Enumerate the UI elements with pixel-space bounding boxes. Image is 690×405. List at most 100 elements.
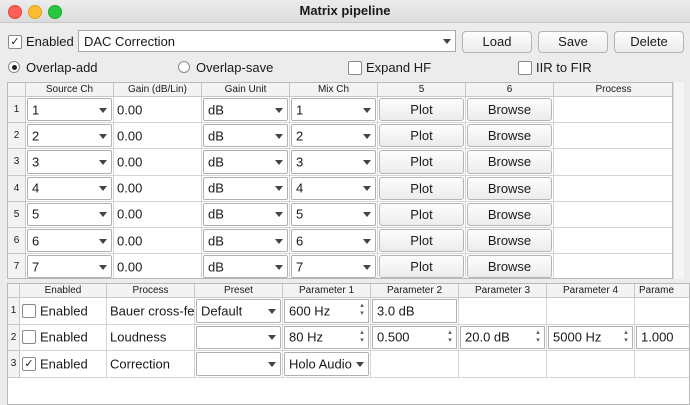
- plot-button[interactable]: Plot: [379, 229, 464, 253]
- gain-value[interactable]: 0.00: [117, 102, 142, 117]
- process-preset-select[interactable]: Default: [196, 299, 281, 323]
- process-cell[interactable]: [554, 228, 672, 255]
- parameter-1-field[interactable]: 80 Hz ▴ ▾: [284, 325, 369, 349]
- parameter-3-field[interactable]: 20.0 dB ▴ ▾: [460, 325, 545, 349]
- save-button[interactable]: Save: [538, 31, 608, 53]
- matrix-cell: 3: [26, 149, 114, 176]
- gain-unit-select[interactable]: dB: [203, 176, 288, 200]
- process-cell[interactable]: [554, 254, 672, 278]
- mix-channel-value: 1: [296, 102, 304, 118]
- process-preset-select[interactable]: [196, 325, 281, 349]
- source-channel-select[interactable]: 6: [27, 229, 112, 253]
- process-col-header[interactable]: Enabled: [20, 284, 107, 298]
- browse-button[interactable]: Browse: [467, 176, 552, 200]
- process-col-header[interactable]: Parameter 1: [283, 284, 371, 298]
- mix-channel-select[interactable]: 3: [291, 150, 376, 174]
- parameter-5-field[interactable]: 1.000: [636, 325, 689, 349]
- process-cell[interactable]: [554, 176, 672, 202]
- parameter-2-field[interactable]: 0.500 ▴ ▾: [372, 325, 457, 349]
- gain-unit-select[interactable]: dB: [203, 150, 288, 174]
- source-channel-select[interactable]: 5: [27, 202, 112, 226]
- iir-to-fir-checkbox[interactable]: [518, 61, 532, 75]
- preset-select[interactable]: DAC Correction: [78, 30, 456, 52]
- gain-unit-select[interactable]: dB: [203, 229, 288, 253]
- gain-unit-select[interactable]: dB: [203, 124, 288, 148]
- source-channel-select[interactable]: 4: [27, 176, 112, 200]
- source-channel-select[interactable]: 2: [27, 124, 112, 148]
- matrix-col-header[interactable]: Gain Unit: [202, 83, 290, 97]
- process-col-header[interactable]: Parameter 2: [371, 284, 459, 298]
- overlap-save-radio[interactable]: [178, 61, 190, 73]
- gain-value[interactable]: 0.00: [117, 154, 142, 169]
- load-button[interactable]: Load: [462, 31, 532, 53]
- plot-button[interactable]: Plot: [379, 150, 464, 174]
- mix-channel-select[interactable]: 1: [291, 98, 376, 122]
- gain-value[interactable]: 0.00: [117, 128, 142, 143]
- matrix-col-header[interactable]: Gain (dB/Lin): [114, 83, 202, 97]
- gain-value[interactable]: 0.00: [117, 181, 142, 196]
- mix-channel-select[interactable]: 6: [291, 229, 376, 253]
- browse-button[interactable]: Browse: [467, 150, 552, 174]
- process-enabled-checkbox[interactable]: [22, 330, 36, 345]
- process-col-header[interactable]: Parameter 4: [547, 284, 635, 298]
- process-name[interactable]: Loudness: [110, 330, 194, 345]
- process-cell[interactable]: [554, 202, 672, 228]
- browse-button[interactable]: Browse: [467, 202, 552, 226]
- process-preset-select[interactable]: [196, 352, 281, 376]
- browse-button[interactable]: Browse: [467, 255, 552, 278]
- mix-channel-select[interactable]: 2: [291, 124, 376, 148]
- process-enabled-checkbox[interactable]: [22, 303, 36, 318]
- matrix-col-header[interactable]: Mix Ch: [290, 83, 378, 97]
- stepper-icon[interactable]: ▴ ▾: [622, 329, 630, 347]
- stepper-icon[interactable]: ▴ ▾: [358, 302, 366, 320]
- source-channel-select[interactable]: 3: [27, 150, 112, 174]
- process-cell[interactable]: [554, 123, 672, 150]
- stepper-icon[interactable]: ▴ ▾: [534, 329, 542, 347]
- enabled-checkbox[interactable]: ✓: [8, 35, 22, 49]
- matrix-scrollbar[interactable]: [673, 82, 684, 279]
- process-name[interactable]: Bauer cross-feed: [110, 303, 194, 318]
- browse-button[interactable]: Browse: [467, 124, 552, 148]
- matrix-col-header[interactable]: Process: [554, 83, 672, 97]
- delete-button[interactable]: Delete: [614, 31, 684, 53]
- parameter-2-field[interactable]: 3.0 dB: [372, 299, 457, 323]
- matrix-col-header[interactable]: 5: [378, 83, 466, 97]
- gain-value[interactable]: 0.00: [117, 207, 142, 222]
- parameter-4-field[interactable]: 5000 Hz ▴ ▾: [548, 325, 633, 349]
- overlap-add-radio[interactable]: [8, 61, 20, 73]
- matrix-col-header[interactable]: 6: [466, 83, 554, 97]
- stepper-icon[interactable]: ▴ ▾: [358, 329, 366, 347]
- stepper-icon[interactable]: ▴ ▾: [446, 329, 454, 347]
- process-col-header[interactable]: Parame: [635, 284, 689, 298]
- parameter-1-field[interactable]: 600 Hz ▴ ▾: [284, 299, 369, 323]
- gain-unit-select[interactable]: dB: [203, 202, 288, 226]
- process-enabled-checkbox[interactable]: ✓: [22, 356, 36, 371]
- process-cell[interactable]: [554, 97, 672, 124]
- plot-button[interactable]: Plot: [379, 98, 464, 122]
- chevron-down-icon: [363, 133, 371, 139]
- matrix-cell: Browse: [466, 228, 554, 255]
- plot-button[interactable]: Plot: [379, 255, 464, 278]
- plot-button[interactable]: Plot: [379, 124, 464, 148]
- gain-unit-select[interactable]: dB: [203, 255, 288, 278]
- source-channel-select[interactable]: 7: [27, 255, 112, 278]
- mix-channel-select[interactable]: 4: [291, 176, 376, 200]
- gain-value[interactable]: 0.00: [117, 259, 142, 274]
- process-col-header[interactable]: Preset: [195, 284, 283, 298]
- matrix-col-header[interactable]: Source Ch: [26, 83, 114, 97]
- mix-channel-select[interactable]: 7: [291, 255, 376, 278]
- browse-button[interactable]: Browse: [467, 98, 552, 122]
- plot-button[interactable]: Plot: [379, 176, 464, 200]
- process-col-header[interactable]: Parameter 3: [459, 284, 547, 298]
- process-name[interactable]: Correction: [110, 356, 194, 371]
- browse-button[interactable]: Browse: [467, 229, 552, 253]
- expand-hf-checkbox[interactable]: [348, 61, 362, 75]
- source-channel-select[interactable]: 1: [27, 98, 112, 122]
- gain-unit-select[interactable]: dB: [203, 98, 288, 122]
- process-col-header[interactable]: Process: [107, 284, 195, 298]
- mix-channel-select[interactable]: 5: [291, 202, 376, 226]
- process-cell[interactable]: [554, 149, 672, 176]
- parameter-1-select[interactable]: Holo Audio Cyan: [284, 352, 369, 376]
- plot-button[interactable]: Plot: [379, 202, 464, 226]
- gain-value[interactable]: 0.00: [117, 233, 142, 248]
